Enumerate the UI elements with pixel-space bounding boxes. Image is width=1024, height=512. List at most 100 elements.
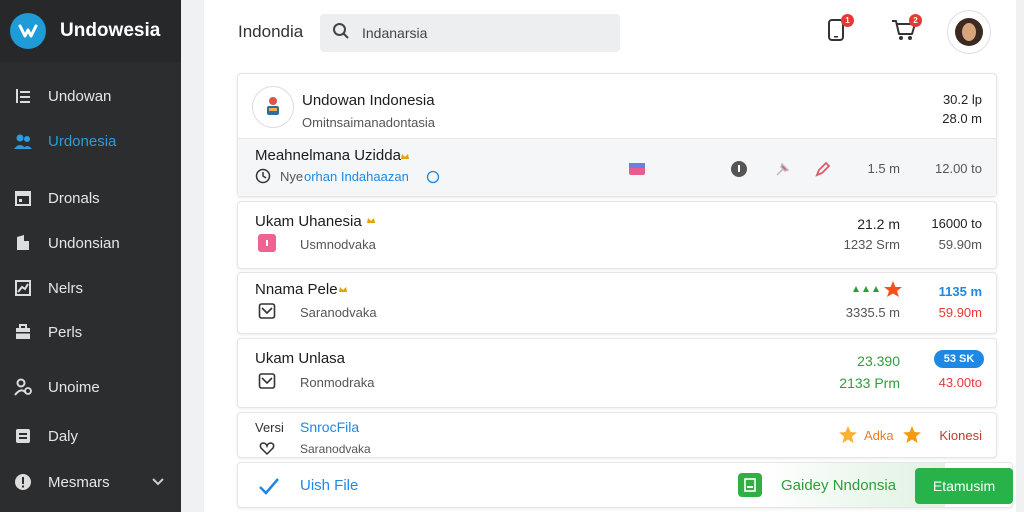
item-title-prefix: Versi — [255, 420, 284, 435]
cart-badge: 2 — [909, 14, 922, 27]
item-right-label: Kionesi — [939, 428, 982, 443]
calendar-icon — [13, 188, 33, 208]
status-dot-icon[interactable] — [730, 160, 748, 178]
list-item[interactable]: Ukam Uhanesia Usmnodvaka 21.2 m 1232 Srm… — [237, 201, 997, 269]
item-subtitle: Ronmodraka — [300, 375, 375, 390]
crown-icon — [334, 280, 352, 298]
notification-badge: 1 — [841, 14, 854, 27]
search-input[interactable] — [362, 25, 602, 41]
star-icon — [902, 425, 922, 445]
sub-row-value-1: 1.5 m — [867, 161, 900, 176]
notification-button[interactable]: 1 — [822, 14, 854, 46]
item-title: Ukam Unlasa — [255, 350, 346, 367]
sidebar-item-label: Dronals — [48, 189, 100, 207]
item-tag: Adka — [864, 428, 894, 443]
sidebar-item-undonsian[interactable]: Undonsian — [0, 223, 181, 263]
heart-icon — [258, 439, 276, 457]
rating-stars-icon — [850, 280, 904, 298]
sidebar-item-label: Daly — [48, 427, 79, 445]
submit-button[interactable]: Etamusim — [915, 468, 1013, 504]
item-value-1-bottom: 3335.5 m — [845, 305, 900, 320]
status-badge: 53 SK — [934, 350, 984, 368]
sidebar-item-dronals[interactable]: Dronals — [0, 178, 181, 218]
brand-logo-icon — [10, 13, 46, 49]
topbar: Indondia 1 2 — [204, 0, 1016, 66]
item-value-2-bottom: 59.90m — [938, 305, 982, 320]
item-subtitle: Saranodvaka — [300, 305, 377, 320]
sub-row-title: Meahnelmana Uzidda — [255, 147, 401, 164]
star-icon — [838, 425, 858, 445]
item-subtitle: Saranodvaka — [300, 442, 371, 456]
check-icon — [258, 476, 280, 496]
item-title: Nnama Pele — [255, 281, 338, 298]
brand[interactable]: Undowesia — [0, 0, 181, 62]
sidebar-item-urdonesia[interactable]: Urdonesia — [0, 121, 181, 161]
sub-row-link[interactable]: orhan Indahaazan — [304, 169, 409, 184]
item-value-2-bottom: 43.00to — [938, 375, 982, 390]
item-value-1-bottom: 2133 Prm — [839, 375, 900, 391]
edit-icon[interactable] — [814, 160, 832, 178]
bottom-action-bar: Uish File Gaidey Nndonsia Etamusim — [237, 462, 1013, 508]
sub-row-value-2: 12.00 to — [935, 161, 982, 176]
header-value-top: 30.2 lp — [942, 92, 982, 107]
mail-icon — [258, 372, 276, 390]
crown-icon — [362, 211, 380, 229]
sidebar-item-label: Unoime — [48, 378, 100, 396]
item-value-2-top: 1135 m — [938, 284, 982, 299]
main-panel: Indondia 1 2 Undowan Indonesia — [204, 0, 1016, 512]
chevron-down-icon[interactable] — [151, 474, 165, 492]
sidebar-item-daly[interactable]: Daly — [0, 416, 181, 456]
cart-button[interactable]: 2 — [890, 14, 922, 46]
page-title: Indondia — [238, 22, 304, 41]
company-subtitle: Omitnsaimanadontasia — [302, 115, 435, 130]
avatar[interactable] — [947, 10, 991, 54]
sidebar-item-unoime[interactable]: Unoime — [0, 367, 181, 407]
header-card: Undowan Indonesia Omitnsaimanadontasia 3… — [237, 73, 997, 197]
briefcase-icon — [13, 322, 33, 342]
info-icon — [13, 472, 33, 492]
sidebar-item-label: Nelrs — [48, 279, 84, 297]
info-outline-icon — [424, 168, 442, 186]
crown-icon — [396, 147, 414, 165]
mail-icon — [258, 302, 276, 320]
sidebar-item-label: Perls — [48, 323, 83, 341]
sidebar-item-label: Undonsian — [48, 234, 120, 252]
green-label: Gaidey Nndonsia — [781, 477, 897, 494]
company-logo-icon — [252, 86, 294, 128]
item-value-1-bottom: 1232 Srm — [843, 237, 900, 252]
company-title: Undowan Indonesia — [302, 92, 435, 109]
sidebar: Undowesia Undowan Urdonesia Dronals Undo… — [0, 0, 181, 512]
sidebar-item-nelrs[interactable]: Nelrs — [0, 268, 181, 308]
list-item[interactable]: Versi SnrocFila Saranodvaka Adka Kionesi — [237, 412, 997, 458]
item-title: Ukam Uhanesia — [255, 213, 362, 230]
sidebar-item-label: Undowan — [48, 87, 112, 105]
list-icon — [13, 86, 33, 106]
item-value-2-bottom: 59.90m — [938, 237, 982, 252]
sidebar-item-mesmars[interactable]: Mesmars — [0, 462, 181, 502]
file-icon — [738, 473, 762, 497]
sidebar-item-perls[interactable]: Perls — [0, 312, 181, 352]
item-value-1-top: 21.2 m — [857, 216, 900, 232]
brand-name: Undowesia — [60, 20, 161, 41]
list-item[interactable]: Nnama Pele Saranodvaka 3335.5 m 1135 m 5… — [237, 272, 997, 334]
search-bar[interactable] — [320, 14, 620, 52]
item-value-2-top: 16000 to — [931, 216, 982, 231]
building-icon — [13, 233, 33, 253]
sub-row-prefix: Nye — [280, 169, 304, 184]
users-icon — [13, 131, 33, 151]
document-icon — [13, 426, 33, 446]
tag-icon — [258, 234, 276, 252]
upload-file-link[interactable]: Uish File — [300, 477, 358, 494]
sidebar-item-label: Mesmars — [48, 473, 110, 491]
user-gear-icon — [13, 377, 33, 397]
item-subtitle: Usmnodvaka — [300, 237, 376, 252]
item-title-link[interactable]: SnrocFila — [300, 419, 359, 435]
list-item[interactable]: Ukam Unlasa Ronmodraka 23.390 2133 Prm 5… — [237, 338, 997, 408]
header-value-bottom: 28.0 m — [942, 111, 982, 126]
chart-icon — [13, 278, 33, 298]
sidebar-item-label: Urdonesia — [48, 132, 117, 150]
pin-icon[interactable] — [774, 160, 792, 178]
card-color-icon — [628, 160, 646, 178]
sidebar-item-undowan[interactable]: Undowan — [0, 76, 181, 116]
search-icon — [332, 22, 350, 45]
